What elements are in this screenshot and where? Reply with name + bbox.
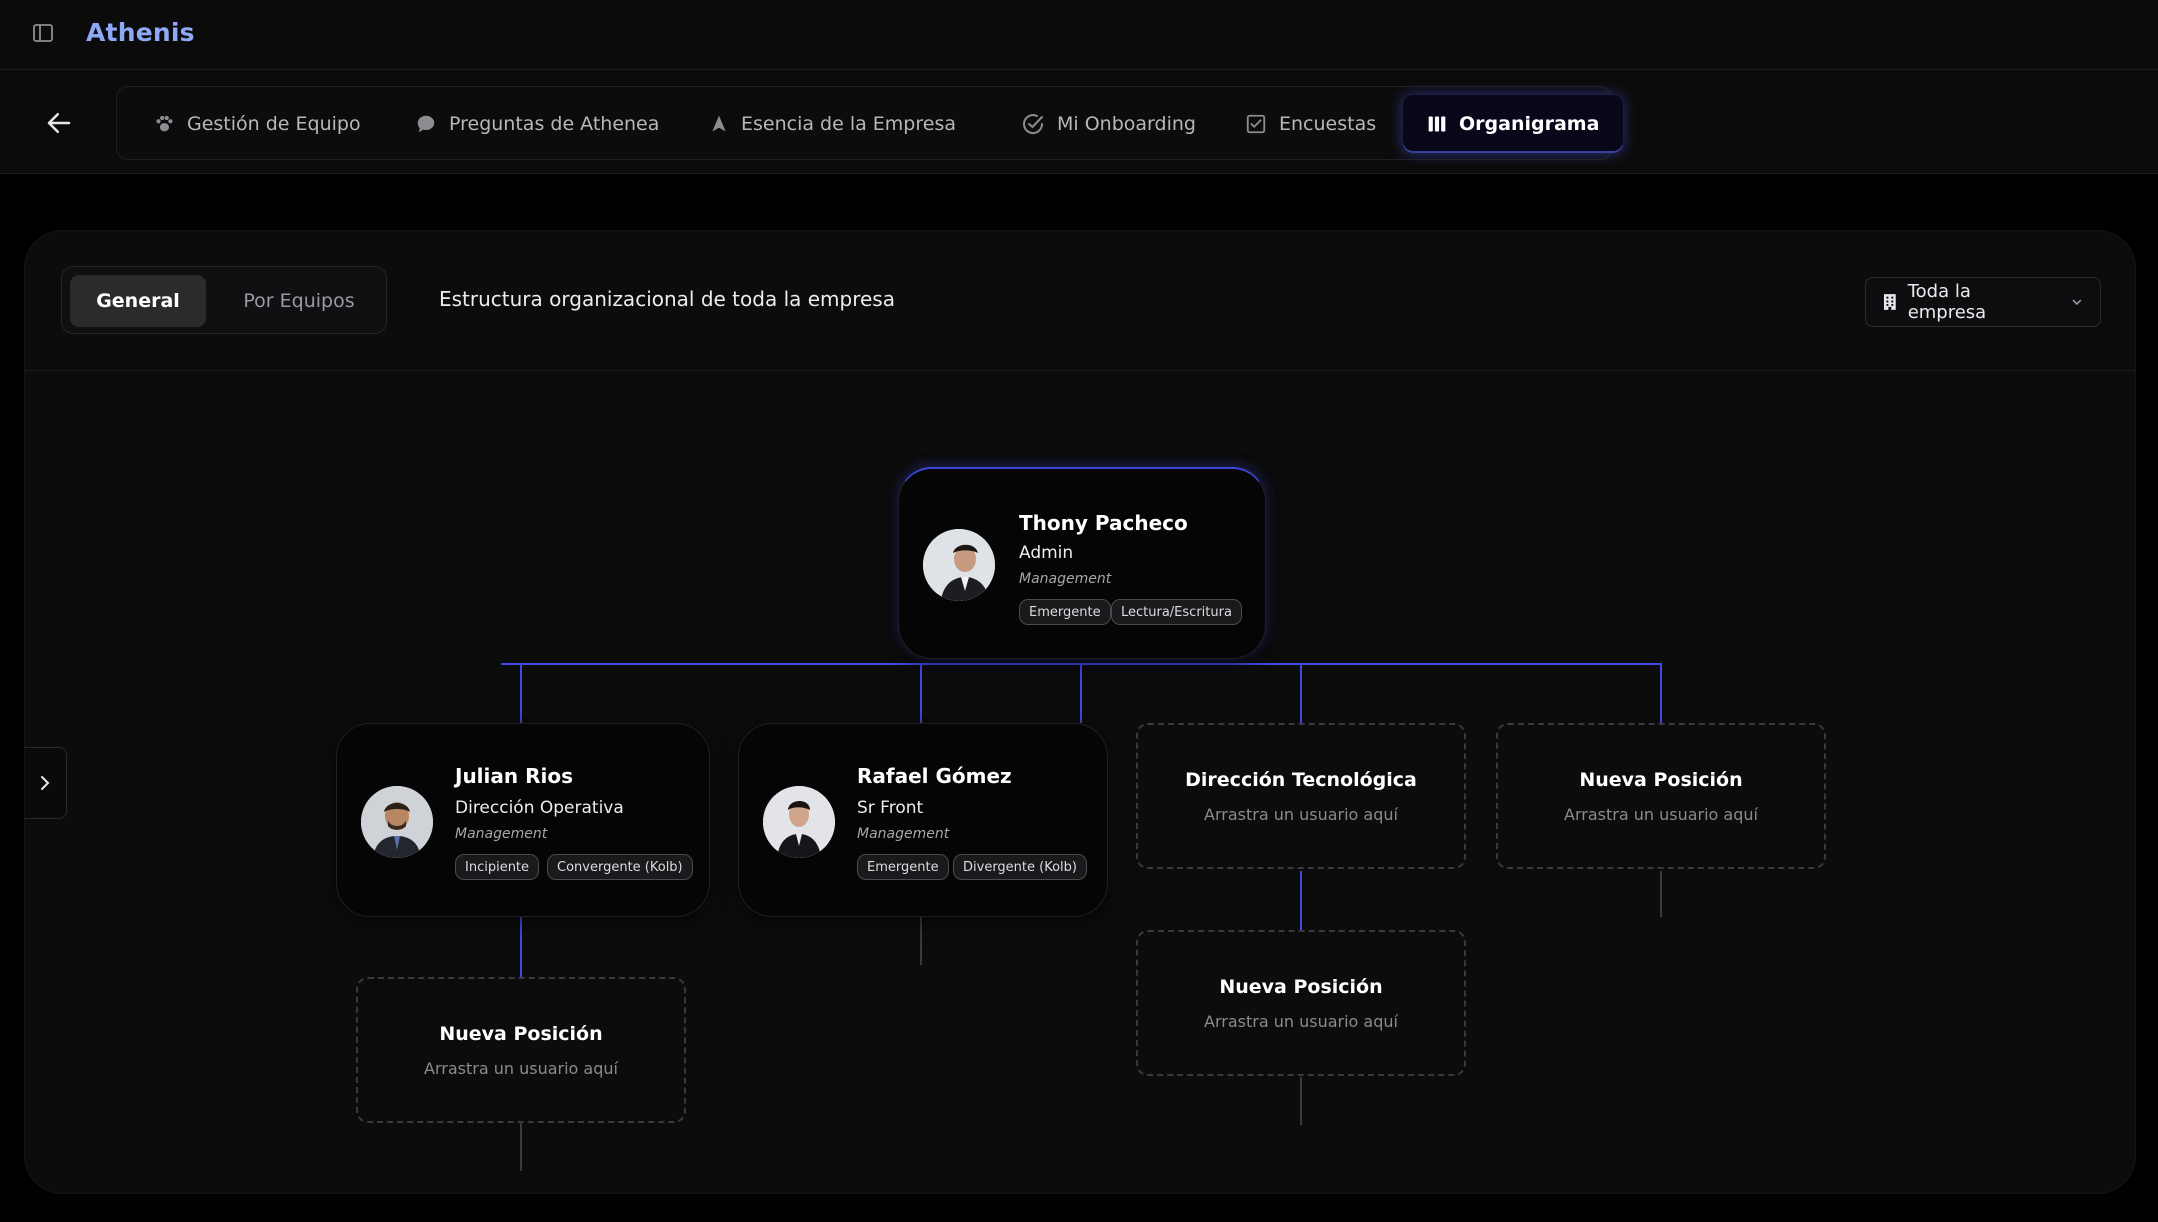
navigation-arrow-icon: [712, 115, 726, 132]
top-bar: Athenis: [0, 0, 2158, 70]
connector-muted: [520, 871, 1662, 1171]
card-role: Admin: [1019, 543, 1074, 563]
card-team: Management: [857, 826, 950, 842]
badge: Incipiente: [455, 854, 540, 880]
tab-esencia-de-la-empresa[interactable]: Esencia de la Empresa: [685, 95, 980, 153]
card-name: Thony Pacheco: [1019, 511, 1188, 535]
tab-label: Gestión de Equipo: [187, 113, 361, 135]
tab-label: Esencia de la Empresa: [741, 113, 956, 135]
avatar: [923, 529, 995, 601]
tab-bar: Gestión de Equipo Preguntas de Athenea E…: [116, 86, 1624, 160]
card-role: Sr Front: [857, 798, 924, 818]
slot-hint: Arrastra un usuario aquí: [1204, 805, 1398, 824]
chat-bubble-icon: [417, 115, 435, 133]
back-arrow-icon[interactable]: [42, 106, 76, 140]
position-slot-nueva-posicion[interactable]: Nueva Posición Arrastra un usuario aquí: [356, 977, 686, 1123]
slot-hint: Arrastra un usuario aquí: [424, 1059, 618, 1078]
org-connectors: [501, 663, 1662, 1171]
chevron-right-icon: [41, 776, 50, 790]
avatar: [763, 786, 835, 858]
survey-check-icon: [1246, 114, 1266, 134]
tab-encuestas[interactable]: Encuestas: [1221, 95, 1400, 153]
slot-title: Nueva Posición: [1579, 769, 1743, 791]
card-name: Julian Rios: [455, 764, 573, 788]
tab-mi-onboarding[interactable]: Mi Onboarding: [997, 95, 1220, 153]
card-role: Dirección Operativa: [455, 798, 624, 818]
slot-title: Nueva Posición: [1219, 976, 1383, 998]
tab-label: Encuestas: [1279, 113, 1377, 135]
badge: Emergente: [857, 854, 949, 880]
sidebar-toggle-icon[interactable]: [30, 20, 56, 46]
slot-title: Dirección Tecnológica: [1185, 769, 1417, 791]
check-circle-icon: [1023, 114, 1044, 135]
badge: Convergente (Kolb): [547, 854, 693, 880]
org-card-root[interactable]: Thony Pacheco Admin Management Emergente…: [898, 467, 1266, 659]
tab-label: Preguntas de Athenea: [449, 113, 660, 135]
paw-icon: [156, 115, 173, 132]
slot-title: Nueva Posición: [439, 1023, 603, 1045]
org-card-julian-rios[interactable]: Julian Rios Dirección Operativa Manageme…: [336, 723, 710, 917]
app-title[interactable]: Athenis: [86, 18, 195, 47]
position-slot-nueva-posicion[interactable]: Nueva Posición Arrastra un usuario aquí: [1496, 723, 1826, 869]
tab-organigrama[interactable]: Organigrama: [1403, 95, 1624, 153]
tab-gestion-de-equipo[interactable]: Gestión de Equipo: [129, 95, 385, 153]
position-slot-nueva-posicion[interactable]: Nueva Posición Arrastra un usuario aquí: [1136, 930, 1466, 1076]
badge: Divergente (Kolb): [953, 854, 1087, 880]
slot-hint: Arrastra un usuario aquí: [1564, 805, 1758, 824]
tab-label: Organigrama: [1459, 113, 1600, 135]
slot-hint: Arrastra un usuario aquí: [1204, 1012, 1398, 1031]
tab-label: Mi Onboarding: [1057, 113, 1196, 135]
expand-panel-button[interactable]: [25, 747, 67, 819]
org-card-rafael-gomez[interactable]: Rafael Gómez Sr Front Management Emergen…: [738, 723, 1108, 917]
card-team: Management: [1019, 571, 1112, 587]
avatar: [361, 786, 433, 858]
organigrama-panel: General Por Equipos Estructura organizac…: [24, 230, 2136, 1194]
org-columns-icon: [1428, 116, 1446, 132]
card-name: Rafael Gómez: [857, 764, 1012, 788]
badge: Lectura/Escritura: [1111, 599, 1242, 625]
position-slot-direccion-tecnologica[interactable]: Dirección Tecnológica Arrastra un usuari…: [1136, 723, 1466, 869]
section-nav: Gestión de Equipo Preguntas de Athenea E…: [0, 70, 2158, 174]
badge: Emergente: [1019, 599, 1111, 625]
card-team: Management: [455, 826, 548, 842]
tab-preguntas-de-athenea[interactable]: Preguntas de Athenea: [391, 95, 683, 153]
